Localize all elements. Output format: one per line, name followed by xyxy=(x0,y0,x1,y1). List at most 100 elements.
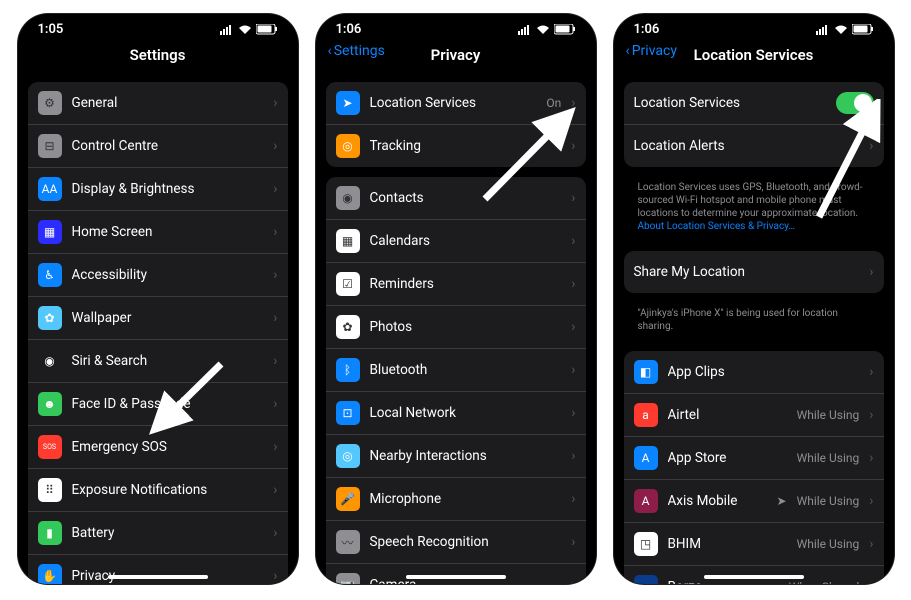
list-item[interactable]: 〰Speech Recognition› xyxy=(326,520,586,563)
list-item[interactable]: 🎤Microphone› xyxy=(326,477,586,520)
row-icon: 〰 xyxy=(336,530,360,554)
page-title: Location Services xyxy=(694,46,814,64)
list-item[interactable]: aAirtelWhile Using› xyxy=(624,393,884,436)
chevron-right-icon: › xyxy=(273,310,277,326)
list-item[interactable]: ◉Contacts› xyxy=(326,177,586,219)
list-item[interactable]: ✿Photos› xyxy=(326,305,586,348)
list-item[interactable]: ◳ BHIM While Using › xyxy=(624,522,884,565)
row-label: Battery xyxy=(72,525,264,541)
chevron-right-icon: › xyxy=(273,353,277,369)
list-item[interactable]: ◎Nearby Interactions› xyxy=(326,434,586,477)
chevron-right-icon: › xyxy=(273,439,277,455)
phone-settings: 1:05 Settings ⚙︎General›⊟Control Centre›… xyxy=(18,14,298,584)
chevron-right-icon: › xyxy=(571,362,575,378)
nav-bar: Settings xyxy=(18,39,298,74)
status-icons xyxy=(816,24,874,35)
row-icon: ◎ xyxy=(336,134,360,158)
chevron-right-icon: › xyxy=(869,493,873,509)
list-item[interactable]: AAxis Mobile➤While Using› xyxy=(624,479,884,522)
location-alerts-row[interactable]: Location Alerts › xyxy=(624,124,884,167)
row-label: App Store xyxy=(668,450,787,466)
location-arrow-icon: ➤ xyxy=(777,494,787,508)
status-bar: 1:06 xyxy=(614,14,894,39)
row-icon: ◧ xyxy=(634,360,658,384)
row-label: Nearby Interactions xyxy=(370,448,562,464)
list-item[interactable]: ◎Tracking› xyxy=(326,124,586,167)
row-label: Speech Recognition xyxy=(370,534,562,550)
row-detail: On xyxy=(546,96,561,110)
row-label: Bluetooth xyxy=(370,362,562,378)
status-time: 1:06 xyxy=(634,22,660,37)
list-item[interactable]: ☑︎Reminders› xyxy=(326,262,586,305)
chevron-right-icon: › xyxy=(571,233,575,249)
row-label: Calendars xyxy=(370,233,562,249)
row-label: General xyxy=(72,95,264,111)
apps-group: ◧App Clips›aAirtelWhile Using›AApp Store… xyxy=(624,351,884,584)
chevron-right-icon: › xyxy=(869,407,873,423)
list-item[interactable]: AApp StoreWhile Using› xyxy=(624,436,884,479)
list-item[interactable]: ◧App Clips› xyxy=(624,351,884,393)
status-icons xyxy=(518,24,576,35)
chevron-left-icon: ‹ xyxy=(626,43,630,59)
row-icon: ⊟ xyxy=(38,134,62,158)
toggle-switch-on[interactable] xyxy=(836,92,874,114)
privacy-link[interactable]: About Location Services & Privacy… xyxy=(638,221,796,232)
share-location-row[interactable]: Share My Location › xyxy=(624,251,884,293)
list-item[interactable]: ➤Location ServicesOn› xyxy=(326,82,586,124)
list-item[interactable]: ⊟Control Centre› xyxy=(28,124,288,167)
list-item[interactable]: ᛒBluetooth› xyxy=(326,348,586,391)
list-item[interactable]: ▦Calendars› xyxy=(326,219,586,262)
list-item[interactable]: ⠿Exposure Notifications› xyxy=(28,468,288,511)
row-icon: ⊡ xyxy=(336,401,360,425)
list-item[interactable]: ✋Privacy› xyxy=(28,554,288,584)
row-label: BHIM xyxy=(668,536,787,552)
chevron-right-icon: › xyxy=(273,482,277,498)
row-icon: A xyxy=(634,489,658,513)
chevron-right-icon: › xyxy=(571,577,575,584)
row-label: Wallpaper xyxy=(72,310,264,326)
row-icon: 📷 xyxy=(336,573,360,584)
chevron-right-icon: › xyxy=(571,491,575,507)
status-time: 1:06 xyxy=(336,22,362,37)
chevron-right-icon: › xyxy=(273,95,277,111)
chevron-right-icon: › xyxy=(273,568,277,584)
row-label: Location Alerts xyxy=(634,138,860,154)
list-item[interactable]: 📷Camera› xyxy=(326,563,586,584)
back-button[interactable]: ‹ Privacy xyxy=(626,43,677,59)
row-label: Display & Brightness xyxy=(72,181,264,197)
list-item[interactable]: ◉Siri & Search› xyxy=(28,339,288,382)
row-label: Location Services xyxy=(370,95,537,111)
row-icon: AA xyxy=(38,177,62,201)
chevron-right-icon: › xyxy=(869,579,873,584)
location-toggle-group: Location Services Location Alerts › xyxy=(624,82,884,167)
list-item[interactable]: AADisplay & Brightness› xyxy=(28,167,288,210)
list-item[interactable]: ☻Face ID & Passcode› xyxy=(28,382,288,425)
row-icon: 🎤 xyxy=(336,487,360,511)
row-detail: While Using xyxy=(797,537,860,551)
row-label: App Clips xyxy=(668,364,860,380)
list-item[interactable]: ✿Wallpaper› xyxy=(28,296,288,339)
row-label: Accessibility xyxy=(72,267,264,283)
list-item[interactable]: ⊡Local Network› xyxy=(326,391,586,434)
list-item[interactable]: SOSEmergency SOS› xyxy=(28,425,288,468)
row-detail: While Using xyxy=(797,451,860,465)
row-icon: ✋ xyxy=(38,564,62,584)
content-area: ⚙︎General›⊟Control Centre›AADisplay & Br… xyxy=(18,72,298,584)
home-indicator xyxy=(406,575,506,579)
row-label: Emergency SOS xyxy=(72,439,264,455)
list-item[interactable]: ▦Home Screen› xyxy=(28,210,288,253)
row-icon: ◳ xyxy=(634,532,658,556)
list-item[interactable]: ▮Battery› xyxy=(28,511,288,554)
row-icon: ♿︎ xyxy=(38,263,62,287)
home-indicator xyxy=(108,575,208,579)
status-icons xyxy=(220,24,278,35)
row-label: Siri & Search xyxy=(72,353,264,369)
chevron-right-icon: › xyxy=(869,536,873,552)
list-item[interactable]: ♿︎Accessibility› xyxy=(28,253,288,296)
row-icon: ◎ xyxy=(336,444,360,468)
list-item[interactable]: ⚙︎General› xyxy=(28,82,288,124)
location-services-toggle-row[interactable]: Location Services xyxy=(624,82,884,124)
row-label: Airtel xyxy=(668,407,787,423)
row-detail: While Using xyxy=(797,408,860,422)
back-button[interactable]: ‹ Settings xyxy=(328,43,385,59)
